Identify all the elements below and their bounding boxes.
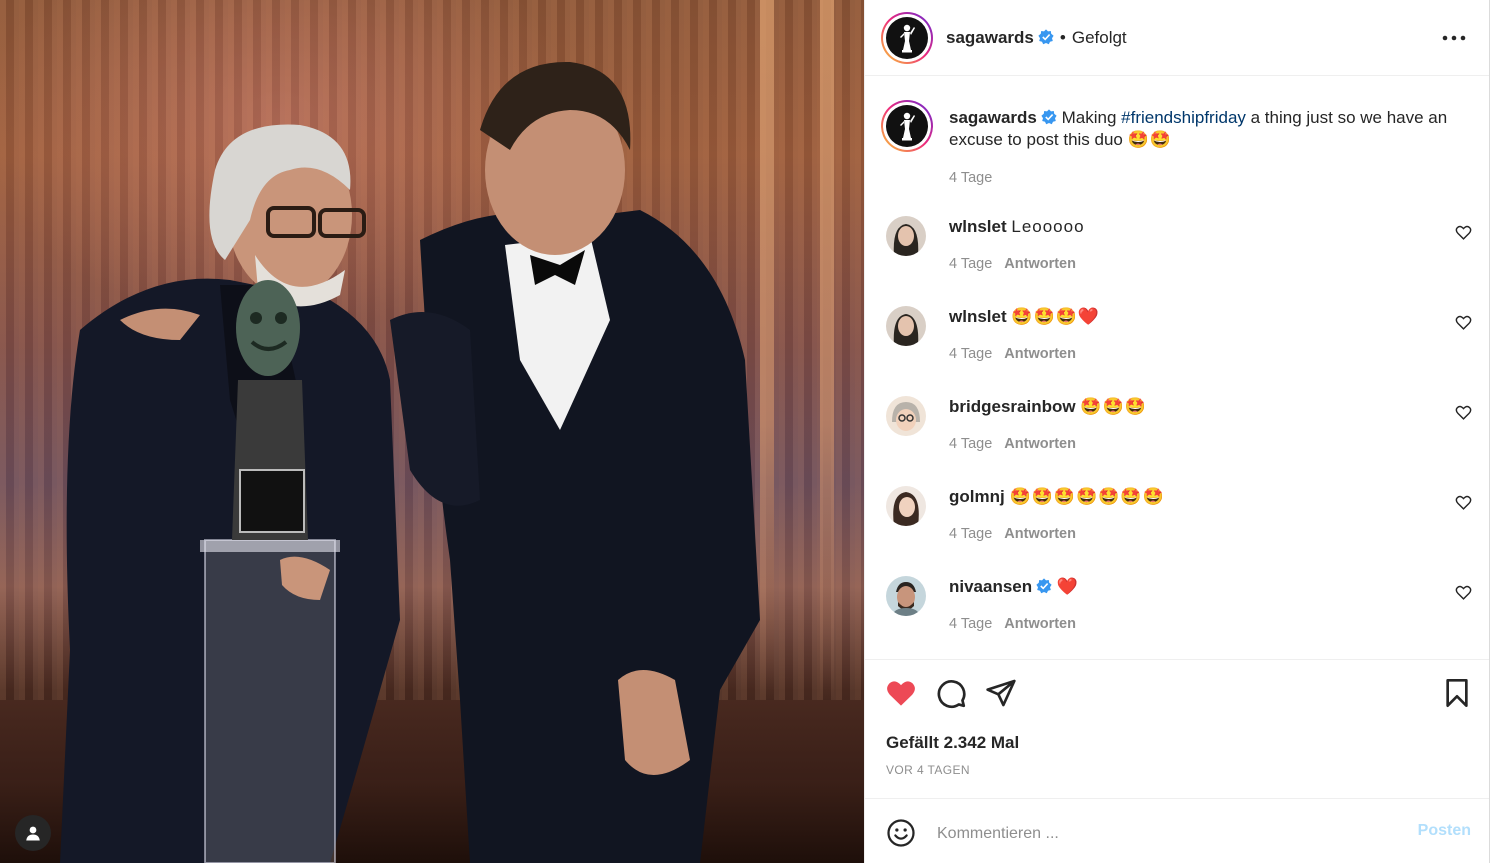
comment-text: 🤩🤩🤩🤩🤩🤩🤩 bbox=[1009, 487, 1165, 506]
reply-button[interactable]: Antworten bbox=[1004, 526, 1076, 542]
post-date[interactable]: VOR 4 TAGEN bbox=[886, 763, 970, 777]
profile-photo-icon bbox=[886, 306, 926, 346]
caption-author-username[interactable]: sagawards bbox=[949, 108, 1037, 127]
comment-body: bridgesrainbow 🤩🤩🤩 bbox=[949, 396, 1147, 418]
comment-meta: 4 Tage Antworten bbox=[949, 256, 1076, 272]
author-avatar[interactable] bbox=[881, 12, 933, 64]
caption-text-start: Making bbox=[1061, 108, 1122, 127]
comment-body: golmnj 🤩🤩🤩🤩🤩🤩🤩 bbox=[949, 486, 1165, 508]
caption-hashtag-link[interactable]: #friendshipfriday bbox=[1121, 108, 1246, 127]
save-button[interactable] bbox=[1441, 677, 1473, 709]
comment-row: nivaansen ❤️ 4 Tage Antworten bbox=[865, 576, 1489, 659]
comment-row: wlnslet Leooooo 4 Tage Antworten bbox=[865, 216, 1489, 306]
comment-text: 🤩🤩🤩 bbox=[1080, 397, 1147, 416]
sag-actor-statuette-icon bbox=[900, 112, 915, 141]
profile-photo-icon bbox=[886, 396, 926, 436]
post-comment-button[interactable]: Posten bbox=[1418, 822, 1471, 840]
comment-username[interactable]: bridgesrainbow bbox=[949, 397, 1076, 416]
comment-time[interactable]: 4 Tage bbox=[949, 436, 992, 452]
comment-meta: 4 Tage Antworten bbox=[949, 346, 1076, 362]
comment-time[interactable]: 4 Tage bbox=[949, 346, 992, 362]
reply-button[interactable]: Antworten bbox=[1004, 346, 1076, 362]
post-author-line: sagawards • Gefolgt bbox=[946, 28, 1127, 48]
profile-photo-icon bbox=[886, 486, 926, 526]
likes-count[interactable]: Gefällt 2.342 Mal bbox=[886, 733, 1019, 753]
comment-username[interactable]: wlnslet bbox=[949, 307, 1007, 326]
sag-actor-statuette-icon bbox=[900, 24, 915, 53]
comment-like-heart-icon[interactable] bbox=[1455, 314, 1472, 331]
commenter-avatar[interactable] bbox=[886, 306, 926, 346]
comment-time[interactable]: 4 Tage bbox=[949, 616, 992, 632]
speech-bubble-icon bbox=[937, 680, 966, 708]
comment-input[interactable] bbox=[935, 819, 1399, 849]
heart-filled-icon bbox=[887, 681, 915, 706]
commenter-avatar[interactable] bbox=[886, 396, 926, 436]
post-header: sagawards • Gefolgt bbox=[865, 0, 1489, 76]
comment-text: 🤩🤩🤩❤️ bbox=[1011, 307, 1101, 326]
comment-meta: 4 Tage Antworten bbox=[949, 616, 1076, 632]
share-button[interactable] bbox=[985, 677, 1017, 709]
more-options-icon bbox=[1442, 35, 1466, 41]
commenter-avatar[interactable] bbox=[886, 216, 926, 256]
comment-meta: 4 Tage Antworten bbox=[949, 526, 1076, 542]
paper-plane-icon bbox=[986, 679, 1016, 707]
comment-username[interactable]: golmnj bbox=[949, 487, 1005, 506]
verified-badge-icon bbox=[1036, 578, 1052, 594]
comment-like-heart-icon[interactable] bbox=[1455, 404, 1472, 421]
comment-like-heart-icon[interactable] bbox=[1455, 494, 1472, 511]
post-author-username[interactable]: sagawards bbox=[946, 28, 1034, 47]
more-options-button[interactable] bbox=[1439, 26, 1469, 50]
caption: sagawards Making #friendshipfriday a thi… bbox=[865, 76, 1489, 196]
reply-button[interactable]: Antworten bbox=[1004, 256, 1076, 272]
add-comment-bar: Posten bbox=[865, 798, 1489, 864]
comment-text: Leooooo bbox=[1011, 217, 1085, 236]
like-button[interactable] bbox=[885, 677, 917, 709]
comment-meta: 4 Tage Antworten bbox=[949, 436, 1076, 452]
photo-scene bbox=[60, 61, 760, 863]
comment-like-heart-icon[interactable] bbox=[1455, 224, 1472, 241]
caption-timestamp[interactable]: 4 Tage bbox=[949, 170, 992, 186]
verified-badge-icon bbox=[1038, 29, 1054, 45]
commenter-avatar[interactable] bbox=[886, 486, 926, 526]
comments-list[interactable]: sagawards Making #friendshipfriday a thi… bbox=[865, 76, 1489, 659]
post-actions: Gefällt 2.342 Mal VOR 4 TAGEN bbox=[865, 659, 1489, 799]
tagged-users-button[interactable] bbox=[15, 815, 51, 851]
reply-button[interactable]: Antworten bbox=[1004, 436, 1076, 452]
comment-body: nivaansen ❤️ bbox=[949, 576, 1079, 598]
follow-status-button[interactable]: Gefolgt bbox=[1072, 28, 1127, 47]
reply-button[interactable]: Antworten bbox=[1004, 616, 1076, 632]
separator-dot: • bbox=[1059, 28, 1066, 47]
comment-button[interactable] bbox=[935, 677, 967, 709]
user-tag-icon bbox=[26, 826, 40, 841]
post-side-panel: sagawards • Gefolgt sagawards Making #fr… bbox=[864, 0, 1490, 863]
comment-username[interactable]: nivaansen bbox=[949, 577, 1032, 596]
caption-emojis: 🤩🤩 bbox=[1127, 130, 1172, 149]
post-photo[interactable] bbox=[0, 0, 864, 863]
smiley-face-icon bbox=[887, 819, 915, 847]
profile-photo-icon bbox=[886, 216, 926, 256]
comment-text: ❤️ bbox=[1056, 577, 1080, 596]
comment-row: wlnslet 🤩🤩🤩❤️ 4 Tage Antworten bbox=[865, 306, 1489, 396]
comment-body: wlnslet Leooooo bbox=[949, 216, 1085, 238]
comment-body: wlnslet 🤩🤩🤩❤️ bbox=[949, 306, 1100, 328]
comment-time[interactable]: 4 Tage bbox=[949, 526, 992, 542]
profile-photo-icon bbox=[886, 576, 926, 616]
caption-text: sagawards Making #friendshipfriday a thi… bbox=[949, 107, 1469, 151]
comment-row: bridgesrainbow 🤩🤩🤩 4 Tage Antworten bbox=[865, 396, 1489, 486]
caption-author-avatar[interactable] bbox=[881, 100, 933, 152]
comment-like-heart-icon[interactable] bbox=[1455, 584, 1472, 601]
verified-badge-icon bbox=[1041, 109, 1057, 125]
comment-username[interactable]: wlnslet bbox=[949, 217, 1007, 236]
bookmark-icon bbox=[1446, 679, 1468, 707]
comment-time[interactable]: 4 Tage bbox=[949, 256, 992, 272]
commenter-avatar[interactable] bbox=[886, 576, 926, 616]
comment-row: golmnj 🤩🤩🤩🤩🤩🤩🤩 4 Tage Antworten bbox=[865, 486, 1489, 576]
emoji-picker-button[interactable] bbox=[886, 818, 916, 848]
